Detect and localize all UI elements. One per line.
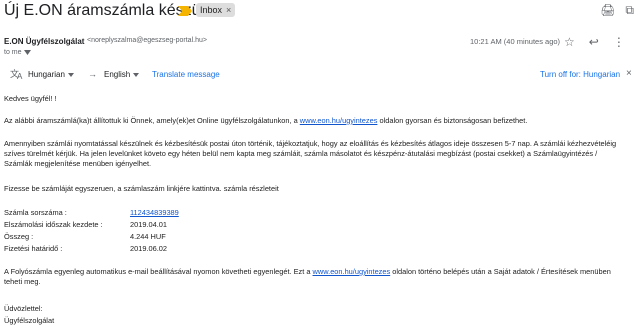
recipient-line[interactable]: to me <box>4 49 31 56</box>
chevron-down-icon <box>133 72 140 77</box>
inbox-label-text: Inbox <box>200 5 223 15</box>
sender-email: <noreplyszalma@egeszseg-portal.hu> <box>87 37 207 44</box>
sender-name: E.ON Ügyfélszolgálat <box>4 37 85 46</box>
paragraph-1-text: Az alábbi áramszámlá(ka)t állítottuk ki … <box>4 116 300 125</box>
paragraph-2: Amennyiben számlái nyomtatással készülne… <box>4 139 617 168</box>
eon-ugyintezes-link-2[interactable]: www.eon.hu/ugyintezes <box>313 267 391 276</box>
translate-bar: 文 A Hungarian → English Translate messag… <box>0 66 640 84</box>
translate-message-link[interactable]: Translate message <box>152 70 220 79</box>
closing-signature: Ügyfélszolgálat <box>4 316 55 325</box>
chevron-down-icon[interactable] <box>23 50 31 55</box>
print-icon[interactable]: 🖨 <box>600 3 615 18</box>
reply-icon[interactable]: ↩ <box>589 35 599 49</box>
target-language-select[interactable]: English <box>104 70 140 79</box>
detail-label-invoice-number: Számla sorszáma : <box>4 208 67 217</box>
source-language-label: Hungarian <box>28 70 65 79</box>
message-actions: ☆ ↩ ⋮ <box>564 35 625 49</box>
turn-off-translation-link[interactable]: Turn off for: Hungarian <box>540 70 620 79</box>
paragraph-4-text: A Folyószámla egyenleg automatikus e-mai… <box>4 267 313 276</box>
detail-label-period-start: Elszámolási időszak kezdete : <box>4 220 103 229</box>
detail-value-due-date: 2019.06.02 <box>130 244 167 253</box>
more-options-icon[interactable]: ⋮ <box>613 35 625 49</box>
close-translate-bar-icon[interactable]: × <box>626 68 632 79</box>
detail-value-amount: 4.244 HUF <box>130 232 166 241</box>
arrow-right-icon: → <box>88 69 97 79</box>
svg-text:A: A <box>17 72 23 80</box>
paragraph-3: Fizesse be számláját egyszeruen, a száml… <box>4 184 279 193</box>
target-language-label: English <box>104 70 131 79</box>
paragraph-1: Az alábbi áramszámlá(ka)t állítottuk ki … <box>4 116 624 126</box>
eon-ugyintezes-link[interactable]: www.eon.hu/ugyintezes <box>300 116 378 125</box>
paragraph-4: A Folyószámla egyenleg automatikus e-mai… <box>4 267 624 287</box>
recipient-text: to me <box>4 49 22 56</box>
message-timestamp: 10:21 AM (40 minutes ago) <box>470 37 561 46</box>
inbox-label-badge: Inbox × <box>196 3 236 17</box>
invoice-number-link[interactable]: 112434839389 <box>130 208 179 218</box>
source-language-select[interactable]: Hungarian <box>28 70 74 79</box>
open-in-new-window-icon[interactable]: ⧉ <box>625 3 634 18</box>
chevron-down-icon <box>67 72 74 77</box>
greeting: Kedves ügyfél! ! <box>4 94 57 103</box>
detail-label-amount: Összeg : <box>4 232 34 241</box>
star-icon[interactable]: ☆ <box>564 35 575 49</box>
detail-label-due-date: Fizetési határidő : <box>4 244 63 253</box>
closing-greeting: Üdvözlettel: <box>4 304 43 313</box>
translate-icon: 文 A <box>10 68 23 80</box>
top-actions: 🖨 ⧉ <box>600 3 634 18</box>
importance-marker-icon[interactable] <box>178 6 192 16</box>
paragraph-1-text-end: oldalon gyorsan és biztonságosan befizet… <box>377 116 528 125</box>
remove-label-button[interactable]: × <box>226 3 231 17</box>
detail-value-period-start: 2019.04.01 <box>130 220 167 229</box>
